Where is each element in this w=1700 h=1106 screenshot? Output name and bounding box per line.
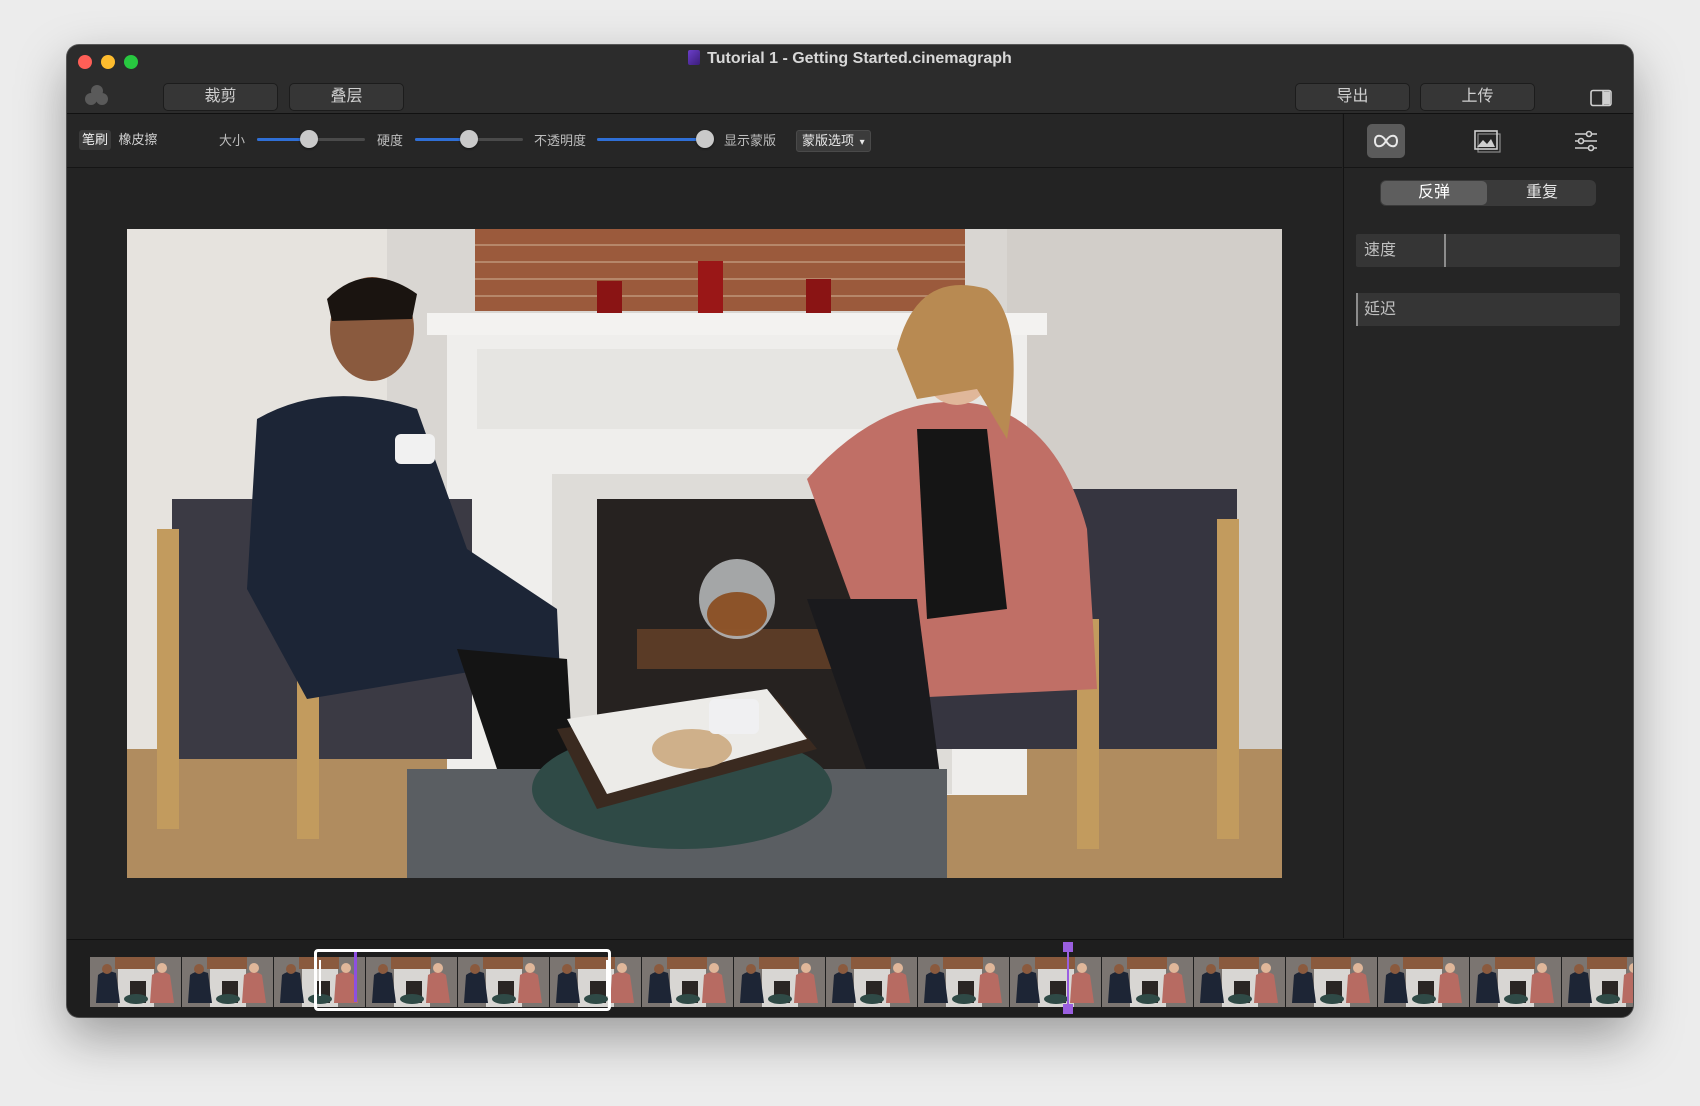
- timeline-frame[interactable]: [826, 957, 917, 1007]
- timeline-frame[interactable]: [1562, 957, 1633, 1007]
- timeline-frame[interactable]: [1378, 957, 1469, 1007]
- app-logo-icon[interactable]: [85, 85, 109, 105]
- timeline-frame[interactable]: [1470, 957, 1561, 1007]
- timeline[interactable]: [67, 939, 1633, 1017]
- export-button[interactable]: 导出: [1295, 83, 1410, 111]
- video-frame-image: [127, 229, 1282, 878]
- timeline-frame[interactable]: [1286, 957, 1377, 1007]
- timeline-frame[interactable]: [1010, 957, 1101, 1007]
- window-title-text: Tutorial 1 - Getting Started.cinemagraph: [707, 50, 1012, 67]
- delay-slider-handle[interactable]: [1356, 293, 1358, 326]
- hardness-label: 硬度: [377, 133, 404, 148]
- loop-settings-panel: 反弹 重复 速度 延迟: [1343, 114, 1633, 938]
- timeline-frame[interactable]: [1102, 957, 1193, 1007]
- size-label: 大小: [219, 133, 246, 148]
- mask-options-label: 蒙版选项: [802, 133, 855, 148]
- timeline-frame[interactable]: [182, 957, 273, 1007]
- playhead[interactable]: [1067, 945, 1069, 1011]
- app-window: Tutorial 1 - Getting Started.cinemagraph…: [67, 45, 1633, 1017]
- panel-tabs: [1344, 114, 1633, 168]
- eraser-tab[interactable]: 橡皮擦: [115, 130, 161, 150]
- speed-slider-handle[interactable]: [1444, 234, 1446, 267]
- timeline-frame[interactable]: [734, 957, 825, 1007]
- loop-icon[interactable]: [1367, 124, 1405, 158]
- chevron-down-icon: ▾: [859, 137, 865, 148]
- timeline-frame[interactable]: [918, 957, 1009, 1007]
- selection-left-handle[interactable]: [319, 960, 321, 996]
- speed-slider[interactable]: 速度: [1356, 234, 1620, 267]
- brush-toolbar: 笔刷 橡皮擦 大小 硬度 不透明度 显示蒙版 蒙版选项 ▾: [67, 114, 1342, 168]
- playhead-bottom-cap[interactable]: [1063, 1004, 1073, 1014]
- timeline-frame[interactable]: [642, 957, 733, 1007]
- loop-mode-segmented-control: 反弹 重复: [1380, 180, 1596, 206]
- canvas-area: [67, 168, 1342, 938]
- size-slider[interactable]: [257, 130, 365, 148]
- playhead-top-cap[interactable]: [1063, 942, 1073, 952]
- sliders-icon[interactable]: [1567, 124, 1605, 158]
- mask-options-dropdown[interactable]: 蒙版选项 ▾: [796, 130, 871, 152]
- show-mask-label[interactable]: 显示蒙版: [724, 131, 776, 151]
- image-icon[interactable]: [1467, 124, 1505, 158]
- bounce-option[interactable]: 反弹: [1381, 181, 1487, 205]
- brush-tab[interactable]: 笔刷: [79, 130, 111, 150]
- hardness-slider[interactable]: [415, 130, 523, 148]
- opacity-label: 不透明度: [534, 133, 587, 148]
- crop-button[interactable]: 裁剪: [163, 83, 278, 111]
- loop-selection[interactable]: [314, 949, 611, 1011]
- delay-label: 延迟: [1364, 301, 1397, 318]
- repeat-option[interactable]: 重复: [1489, 181, 1595, 205]
- sidebar-toggle-icon[interactable]: [1590, 89, 1612, 107]
- timeline-frame[interactable]: [1194, 957, 1285, 1007]
- window-title: Tutorial 1 - Getting Started.cinemagraph: [67, 50, 1633, 68]
- opacity-slider[interactable]: [597, 130, 714, 148]
- upload-button[interactable]: 上传: [1420, 83, 1535, 111]
- title-bar: Tutorial 1 - Getting Started.cinemagraph…: [67, 45, 1633, 114]
- delay-slider[interactable]: 延迟: [1356, 293, 1620, 326]
- selection-right-handle[interactable]: [606, 960, 608, 996]
- document-icon: [688, 50, 701, 65]
- timeline-frame[interactable]: [90, 957, 181, 1007]
- layers-button[interactable]: 叠层: [289, 83, 404, 111]
- speed-label: 速度: [1364, 242, 1397, 259]
- video-preview[interactable]: [127, 229, 1282, 878]
